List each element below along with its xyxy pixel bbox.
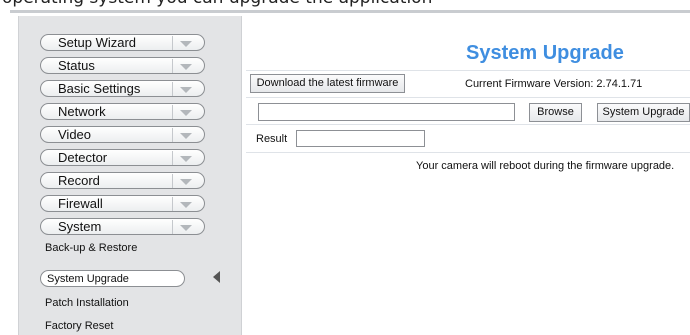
chevron-down-icon	[172, 82, 199, 96]
chevron-down-icon	[172, 59, 199, 73]
sidebar-item-label: Setup Wizard	[58, 35, 137, 50]
caption-text: operating system you can upgrade the app…	[2, 0, 432, 8]
sidebar-item-label: Status	[58, 58, 95, 73]
sidebar-item-label: Video	[58, 127, 92, 142]
sidebar-item-status[interactable]: Status	[40, 57, 205, 74]
firmware-version: Current Firmware Version: 2.74.1.71	[465, 78, 643, 90]
document-caption: operating system you can upgrade the app…	[0, 0, 690, 9]
file-path-input[interactable]	[258, 103, 515, 121]
row-divider	[246, 70, 690, 71]
chevron-down-icon	[172, 105, 199, 119]
chevron-down-icon	[172, 151, 199, 165]
sidebar-item-label: System	[58, 219, 102, 234]
submenu-item-factory-reset[interactable]: Factory Reset	[45, 320, 113, 332]
top-divider	[10, 10, 690, 13]
sidebar-item-label: Basic Settings	[58, 81, 141, 96]
sidebar-item-label: Record	[58, 173, 100, 188]
sidebar-item-label: Detector	[58, 150, 108, 165]
submenu-item-backup-restore[interactable]: Back-up & Restore	[45, 242, 137, 254]
chevron-down-icon	[172, 220, 199, 234]
sidebar-item-network[interactable]: Network	[40, 103, 205, 120]
result-field	[296, 130, 425, 147]
sidebar-item-label: Network	[58, 104, 106, 119]
chevron-down-icon	[172, 128, 199, 142]
result-label: Result	[256, 133, 288, 145]
chevron-down-icon	[172, 36, 199, 50]
chevron-down-icon	[172, 174, 199, 188]
submenu-item-system-upgrade[interactable]: System Upgrade	[40, 270, 185, 287]
sidebar-item-detector[interactable]: Detector	[40, 149, 205, 166]
system-upgrade-button[interactable]: System Upgrade	[597, 103, 690, 122]
sidebar-item-firewall[interactable]: Firewall	[40, 195, 205, 212]
sidebar: Setup Wizard Status Basic Settings Netwo…	[18, 16, 242, 335]
submenu-item-label: System Upgrade	[47, 273, 129, 285]
sidebar-item-label: Firewall	[58, 196, 103, 211]
download-firmware-button[interactable]: Download the latest firmware	[250, 74, 405, 93]
chevron-down-icon	[172, 197, 199, 211]
sidebar-item-record[interactable]: Record	[40, 172, 205, 189]
sidebar-item-video[interactable]: Video	[40, 126, 205, 143]
row-divider	[246, 152, 690, 153]
page-title: System Upgrade	[466, 42, 624, 64]
sidebar-item-system[interactable]: System	[40, 218, 205, 235]
row-divider	[246, 97, 690, 98]
browse-button[interactable]: Browse	[529, 103, 582, 122]
submenu-item-patch-installation[interactable]: Patch Installation	[45, 297, 129, 309]
sidebar-item-basic-settings[interactable]: Basic Settings	[40, 80, 205, 97]
reboot-notice: Your camera will reboot during the firmw…	[416, 160, 675, 172]
sidebar-item-setup-wizard[interactable]: Setup Wizard	[40, 34, 205, 51]
active-pointer-icon	[213, 271, 220, 283]
row-divider	[246, 124, 690, 125]
